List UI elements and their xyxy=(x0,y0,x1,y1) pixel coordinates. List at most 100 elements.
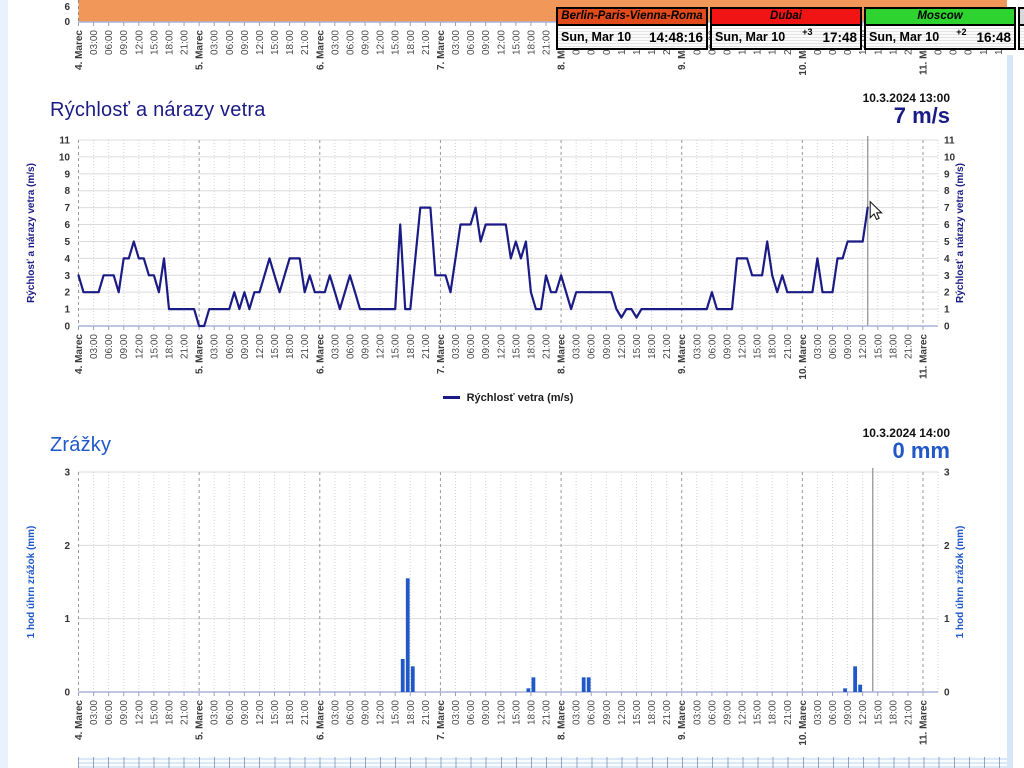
clock-date-moscow: Sun, Mar 10 xyxy=(869,30,939,44)
svg-text:5. Marec: 5. Marec xyxy=(195,30,206,70)
svg-text:06:00: 06:00 xyxy=(345,700,356,725)
precip-bar xyxy=(406,578,410,692)
svg-text:18:00: 18:00 xyxy=(164,700,175,725)
svg-text:15:00: 15:00 xyxy=(149,30,160,55)
svg-text:1: 1 xyxy=(944,305,950,316)
svg-text:09:00: 09:00 xyxy=(481,700,492,725)
svg-text:03:00: 03:00 xyxy=(330,30,341,55)
svg-text:18:00: 18:00 xyxy=(888,700,899,725)
svg-text:7: 7 xyxy=(64,203,70,214)
svg-text:10: 10 xyxy=(59,152,71,163)
svg-text:09:00: 09:00 xyxy=(602,334,613,359)
svg-text:09:00: 09:00 xyxy=(481,334,492,359)
svg-text:06:00: 06:00 xyxy=(587,334,598,359)
svg-text:15:00: 15:00 xyxy=(270,30,281,55)
precip-bar xyxy=(532,677,536,692)
svg-text:8: 8 xyxy=(944,186,950,197)
svg-text:4: 4 xyxy=(64,254,70,265)
svg-text:12:00: 12:00 xyxy=(617,700,628,725)
precip-bar xyxy=(526,688,530,692)
svg-text:06:00: 06:00 xyxy=(104,334,115,359)
svg-text:10. Marec: 10. Marec xyxy=(798,700,809,746)
wind-legend-label: Rýchlosť vetra (m/s) xyxy=(467,392,574,404)
svg-text:21:00: 21:00 xyxy=(541,700,552,725)
svg-text:11. Marec: 11. Marec xyxy=(919,334,930,379)
svg-text:Rýchlosť a nárazy vetra (m/s): Rýchlosť a nárazy vetra (m/s) xyxy=(26,163,37,303)
clock-time-moscow: 16:48 xyxy=(976,30,1011,45)
svg-text:12:00: 12:00 xyxy=(255,334,266,359)
svg-text:06:00: 06:00 xyxy=(104,700,115,725)
wind-chart-plot[interactable]: 0011223344556677889910101111Rýchlosť a n… xyxy=(0,130,1024,406)
svg-text:03:00: 03:00 xyxy=(330,700,341,725)
svg-text:1: 1 xyxy=(64,614,70,625)
precip-bar xyxy=(853,666,857,692)
svg-text:18:00: 18:00 xyxy=(526,30,537,55)
svg-text:6. Marec: 6. Marec xyxy=(315,30,326,70)
svg-text:8. Marec: 8. Marec xyxy=(557,700,568,740)
svg-text:4: 4 xyxy=(944,254,950,265)
svg-text:09:00: 09:00 xyxy=(602,700,613,725)
svg-text:0: 0 xyxy=(64,688,70,699)
svg-text:06:00: 06:00 xyxy=(466,700,477,725)
clock-date-berlin: Sun, Mar 10 xyxy=(561,30,631,44)
svg-text:06:00: 06:00 xyxy=(828,334,839,359)
svg-text:18:00: 18:00 xyxy=(285,700,296,725)
precip-bar xyxy=(401,659,405,692)
precip-bar xyxy=(858,685,862,692)
svg-text:06:00: 06:00 xyxy=(225,334,236,359)
svg-text:0: 0 xyxy=(944,322,950,333)
svg-text:09:00: 09:00 xyxy=(843,700,854,725)
svg-text:03:00: 03:00 xyxy=(451,334,462,359)
svg-text:11: 11 xyxy=(944,136,955,147)
svg-text:12:00: 12:00 xyxy=(376,334,387,359)
svg-text:09:00: 09:00 xyxy=(240,700,251,725)
svg-text:7: 7 xyxy=(944,203,950,214)
svg-text:18:00: 18:00 xyxy=(164,334,175,359)
svg-text:15:00: 15:00 xyxy=(511,30,522,55)
world-clocks: Berlin-Paris-Vienna-Roma Sun, Mar 10 14:… xyxy=(556,7,1024,50)
svg-text:11: 11 xyxy=(59,136,70,147)
svg-text:21:00: 21:00 xyxy=(180,334,191,359)
svg-text:21:00: 21:00 xyxy=(903,334,914,359)
svg-text:4. Marec: 4. Marec xyxy=(74,700,85,740)
svg-text:09:00: 09:00 xyxy=(240,334,251,359)
svg-text:18:00: 18:00 xyxy=(647,334,658,359)
clock-header-dubai: Dubai xyxy=(712,9,860,26)
svg-text:03:00: 03:00 xyxy=(210,700,221,725)
next-chart-top-edge xyxy=(78,757,1007,768)
svg-text:09:00: 09:00 xyxy=(361,700,372,725)
svg-text:21:00: 21:00 xyxy=(541,334,552,359)
svg-text:21:00: 21:00 xyxy=(783,334,794,359)
svg-text:15:00: 15:00 xyxy=(873,334,884,359)
svg-text:2: 2 xyxy=(944,541,950,552)
svg-text:09:00: 09:00 xyxy=(361,334,372,359)
svg-text:12:00: 12:00 xyxy=(134,30,145,55)
svg-text:7. Marec: 7. Marec xyxy=(436,334,447,374)
svg-text:21:00: 21:00 xyxy=(180,700,191,725)
precip-bar xyxy=(843,688,847,692)
svg-text:18:00: 18:00 xyxy=(406,700,417,725)
svg-text:06:00: 06:00 xyxy=(466,30,477,55)
svg-text:3: 3 xyxy=(64,271,70,282)
svg-text:10: 10 xyxy=(944,152,956,163)
svg-text:5: 5 xyxy=(944,237,950,248)
precip-chart-plot[interactable]: 001122331 hod úhrn zrážok (mm)1 hod úhrn… xyxy=(0,460,1024,754)
svg-text:06:00: 06:00 xyxy=(225,30,236,55)
svg-text:9: 9 xyxy=(64,169,70,180)
clock-utc-offset-moscow: +2 xyxy=(956,27,966,37)
svg-text:10. Marec: 10. Marec xyxy=(798,334,809,380)
svg-text:06:00: 06:00 xyxy=(104,30,115,55)
svg-text:21:00: 21:00 xyxy=(541,30,552,55)
svg-text:09:00: 09:00 xyxy=(843,334,854,359)
svg-text:03:00: 03:00 xyxy=(451,30,462,55)
svg-text:15:00: 15:00 xyxy=(511,700,522,725)
clock-date-dubai: Sun, Mar 10 xyxy=(715,30,785,44)
svg-text:03:00: 03:00 xyxy=(572,700,583,725)
precip-chart-title: Zrážky xyxy=(50,434,111,457)
clock-header-berlin: Berlin-Paris-Vienna-Roma xyxy=(558,9,706,26)
svg-text:12:00: 12:00 xyxy=(858,700,869,725)
svg-text:5. Marec: 5. Marec xyxy=(195,334,206,374)
svg-text:Rýchlosť a nárazy vetra (m/s): Rýchlosť a nárazy vetra (m/s) xyxy=(955,163,966,303)
clock-header-moscow: Moscow xyxy=(866,9,1014,26)
svg-text:03:00: 03:00 xyxy=(572,334,583,359)
